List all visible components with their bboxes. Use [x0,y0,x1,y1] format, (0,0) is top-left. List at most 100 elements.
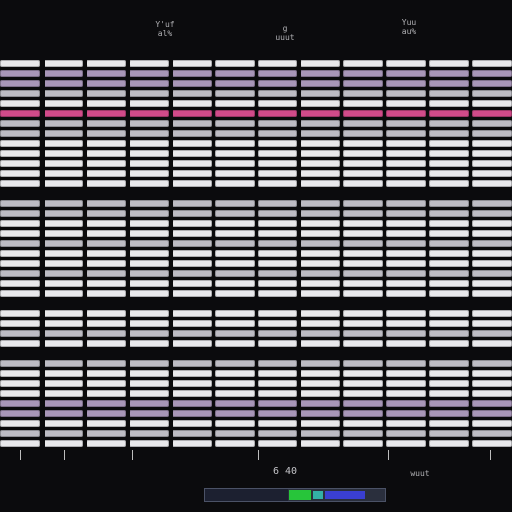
grid-cell [386,220,427,227]
grid-cell [0,120,40,127]
grid-cell [43,350,83,357]
grid-cell [171,410,212,417]
grid-cell [128,390,169,397]
grid-cell [300,230,341,237]
grid-cell [171,110,212,117]
grid-cell [85,220,126,227]
grid-cell [0,220,40,227]
grid-cell [128,340,169,347]
grid-cell [257,90,298,97]
grid-cell [0,280,40,287]
grid-cell [214,90,255,97]
grid-cell [386,330,427,337]
grid-cell [343,80,384,87]
grid-cell [128,310,169,317]
grid-cell [472,250,512,257]
grid-cell [343,140,384,147]
grid-cell [42,150,83,157]
grid-cell [214,100,255,107]
grid-cell [257,240,298,247]
grid-cell [429,370,470,377]
grid-cell [128,290,169,297]
grid-cell [386,390,427,397]
grid-cell [172,350,212,357]
grid-cell [42,270,83,277]
grid-cell [343,270,384,277]
grid-cell [85,110,126,117]
grid-cell [0,90,40,97]
grid-cell [128,100,169,107]
grid-cell [0,160,40,167]
grid-cell [386,410,427,417]
grid-cell [343,230,384,237]
grid-cell [257,130,298,137]
grid-cell [386,430,427,437]
grid-cell [472,210,512,217]
grid-cell [300,180,341,187]
grid-cell [42,440,83,447]
grid-cell [0,180,40,187]
grid-cell [128,220,169,227]
grid-cell [171,160,212,167]
grid-cell [214,370,255,377]
status-progress-fill [205,489,288,501]
grid-cell [171,360,212,367]
grid-cell [472,330,512,337]
grid-cell [300,110,341,117]
axis-tick [388,450,389,460]
grid-cell [85,290,126,297]
grid-cell [214,280,255,287]
grid-cell [386,340,427,347]
grid-cell [0,200,40,207]
grid-cell [386,400,427,407]
grid-cell [386,140,427,147]
grid-cell [214,290,255,297]
grid-cell [300,400,341,407]
grid-cell [171,90,212,97]
grid-cell [128,320,169,327]
grid-cell [171,430,212,437]
grid-cell [472,280,512,287]
grid-cell [257,200,298,207]
grid-cell [42,280,83,287]
grid-cell [300,440,341,447]
grid-cell [171,330,212,337]
grid-cell [129,350,169,357]
grid-cell [85,260,126,267]
grid-cell [472,390,512,397]
grid-cell [257,180,298,187]
grid-cell [257,260,298,267]
grid-cell [0,350,40,357]
grid-cell [429,70,470,77]
grid-cell [128,360,169,367]
grid-cell [472,110,512,117]
grid-cell [300,320,341,327]
grid-cell [0,110,40,117]
grid-cell [257,400,298,407]
grid-cell [0,410,40,417]
grid-cell [300,360,341,367]
grid-cell [429,60,470,67]
grid-cell [85,250,126,257]
grid-cell [42,90,83,97]
grid-cell [171,320,212,327]
axis-tick [20,450,21,460]
grid-cell [215,350,255,357]
grid-cell [300,410,341,417]
grid-cell [343,430,384,437]
grid-cell [429,170,470,177]
grid-cell [42,80,83,87]
grid-cell [300,130,341,137]
grid-cell [85,130,126,137]
grid-cell [214,440,255,447]
grid-cell [300,330,341,337]
grid-cell [85,380,126,387]
grid-cell [42,330,83,337]
grid-cell [300,260,341,267]
grid-cell [85,420,126,427]
axis-tick [64,450,65,460]
grid-cell [300,100,341,107]
grid-cell [386,320,427,327]
grid-cell [85,410,126,417]
grid-cell [429,360,470,367]
